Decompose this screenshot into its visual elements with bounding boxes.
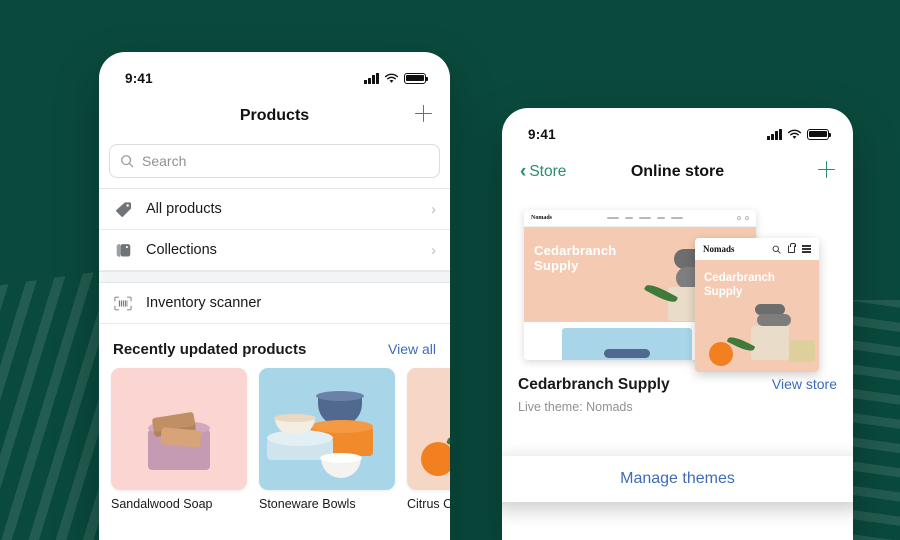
product-name: Stoneware Bowls xyxy=(259,497,356,511)
recently-updated-carousel[interactable]: Sandalwood Soap Stoneware Bowls Citrus C… xyxy=(99,368,450,511)
list-item-label: All products xyxy=(146,201,222,217)
wifi-icon xyxy=(787,129,802,139)
manage-themes-label: Manage themes xyxy=(620,470,735,487)
mobile-store-logo: Nomads xyxy=(703,244,735,254)
section-title: Recently updated products xyxy=(113,341,307,358)
store-name: Cedarbranch Supply xyxy=(518,376,670,393)
storefront-preview: Nomads Cedarbranch Supply Nomads Cedarbr… xyxy=(524,202,831,372)
tag-icon xyxy=(113,201,133,218)
mobile-tools xyxy=(772,243,811,255)
add-product-button[interactable] xyxy=(415,105,432,127)
mobile-preview-header: Nomads xyxy=(695,238,819,260)
manage-themes-button[interactable]: Manage themes xyxy=(502,456,853,502)
phone-online-store-screen: 9:41 ‹ Store Online store Nomads Cedarbr… xyxy=(502,108,853,540)
cellular-signal-icon xyxy=(767,128,782,140)
list-section-divider xyxy=(99,271,450,283)
mobile-hero-title: Cedarbranch Supply xyxy=(704,272,775,298)
battery-full-icon xyxy=(404,72,429,84)
cellular-signal-icon xyxy=(364,72,379,84)
barcode-scanner-icon xyxy=(113,296,133,311)
battery-full-icon xyxy=(807,128,832,140)
page-title: Products xyxy=(239,107,310,124)
view-store-link[interactable]: View store xyxy=(772,376,837,392)
store-navbar: ‹ Store Online store xyxy=(502,150,853,194)
status-icons xyxy=(767,128,832,140)
add-button[interactable] xyxy=(818,161,835,183)
plus-icon xyxy=(818,161,835,178)
search-placeholder: Search xyxy=(142,153,187,169)
status-time: 9:41 xyxy=(125,70,153,86)
product-image-citrus xyxy=(407,368,450,490)
back-label: Store xyxy=(529,163,567,180)
product-name: Sandalwood Soap xyxy=(111,497,213,511)
wifi-icon xyxy=(384,73,399,83)
desktop-preview-header: Nomads xyxy=(524,210,756,227)
shopping-bag-icon xyxy=(788,243,796,253)
status-time: 9:41 xyxy=(528,126,556,142)
status-bar: 9:41 xyxy=(99,52,450,94)
list-item-all-products[interactable]: All products › xyxy=(99,189,450,230)
product-image-stoneware-bowls xyxy=(259,368,395,490)
list-item-label: Inventory scanner xyxy=(146,295,262,311)
list-item-inventory-scanner[interactable]: Inventory scanner xyxy=(99,283,450,324)
products-navbar: Products xyxy=(99,94,450,138)
chevron-right-icon: › xyxy=(431,200,436,218)
phone-products-screen: 9:41 Products Search All products › Coll… xyxy=(99,52,450,540)
storefront-preview-container[interactable]: Nomads Cedarbranch Supply Nomads Cedarbr… xyxy=(502,194,853,372)
search-input[interactable]: Search xyxy=(109,144,440,178)
desktop-tools-placeholder xyxy=(736,216,749,220)
product-nav-list: All products › Collections › Inventory s… xyxy=(99,188,450,324)
product-name: Citrus Cha xyxy=(407,497,450,511)
product-card[interactable]: Citrus Cha xyxy=(407,368,450,511)
status-bar: 9:41 xyxy=(502,108,853,150)
product-image-sandalwood-soap xyxy=(111,368,247,490)
chevron-right-icon: › xyxy=(431,241,436,259)
live-theme-label: Live theme: Nomads xyxy=(518,400,633,414)
product-card[interactable]: Sandalwood Soap xyxy=(111,368,247,511)
mobile-preview: Nomads Cedarbranch Supply xyxy=(695,238,819,372)
desktop-store-logo: Nomads xyxy=(531,215,553,221)
product-card[interactable]: Stoneware Bowls xyxy=(259,368,395,511)
desktop-hero-title: Cedarbranch Supply xyxy=(534,243,617,274)
list-item-collections[interactable]: Collections › xyxy=(99,230,450,271)
back-button[interactable]: ‹ Store xyxy=(520,160,567,182)
hamburger-menu-icon xyxy=(802,244,811,255)
chevron-left-icon: ‹ xyxy=(520,160,527,182)
view-all-link[interactable]: View all xyxy=(388,341,436,357)
recently-updated-header: Recently updated products View all xyxy=(99,324,450,368)
plus-icon xyxy=(415,105,432,122)
collections-icon xyxy=(113,242,133,259)
search-container: Search xyxy=(99,138,450,188)
search-icon xyxy=(121,155,134,168)
mobile-hero: Cedarbranch Supply xyxy=(695,260,819,372)
search-icon xyxy=(772,245,781,254)
desktop-nav-placeholder xyxy=(606,216,683,220)
list-item-label: Collections xyxy=(146,242,217,258)
status-icons xyxy=(364,72,429,84)
